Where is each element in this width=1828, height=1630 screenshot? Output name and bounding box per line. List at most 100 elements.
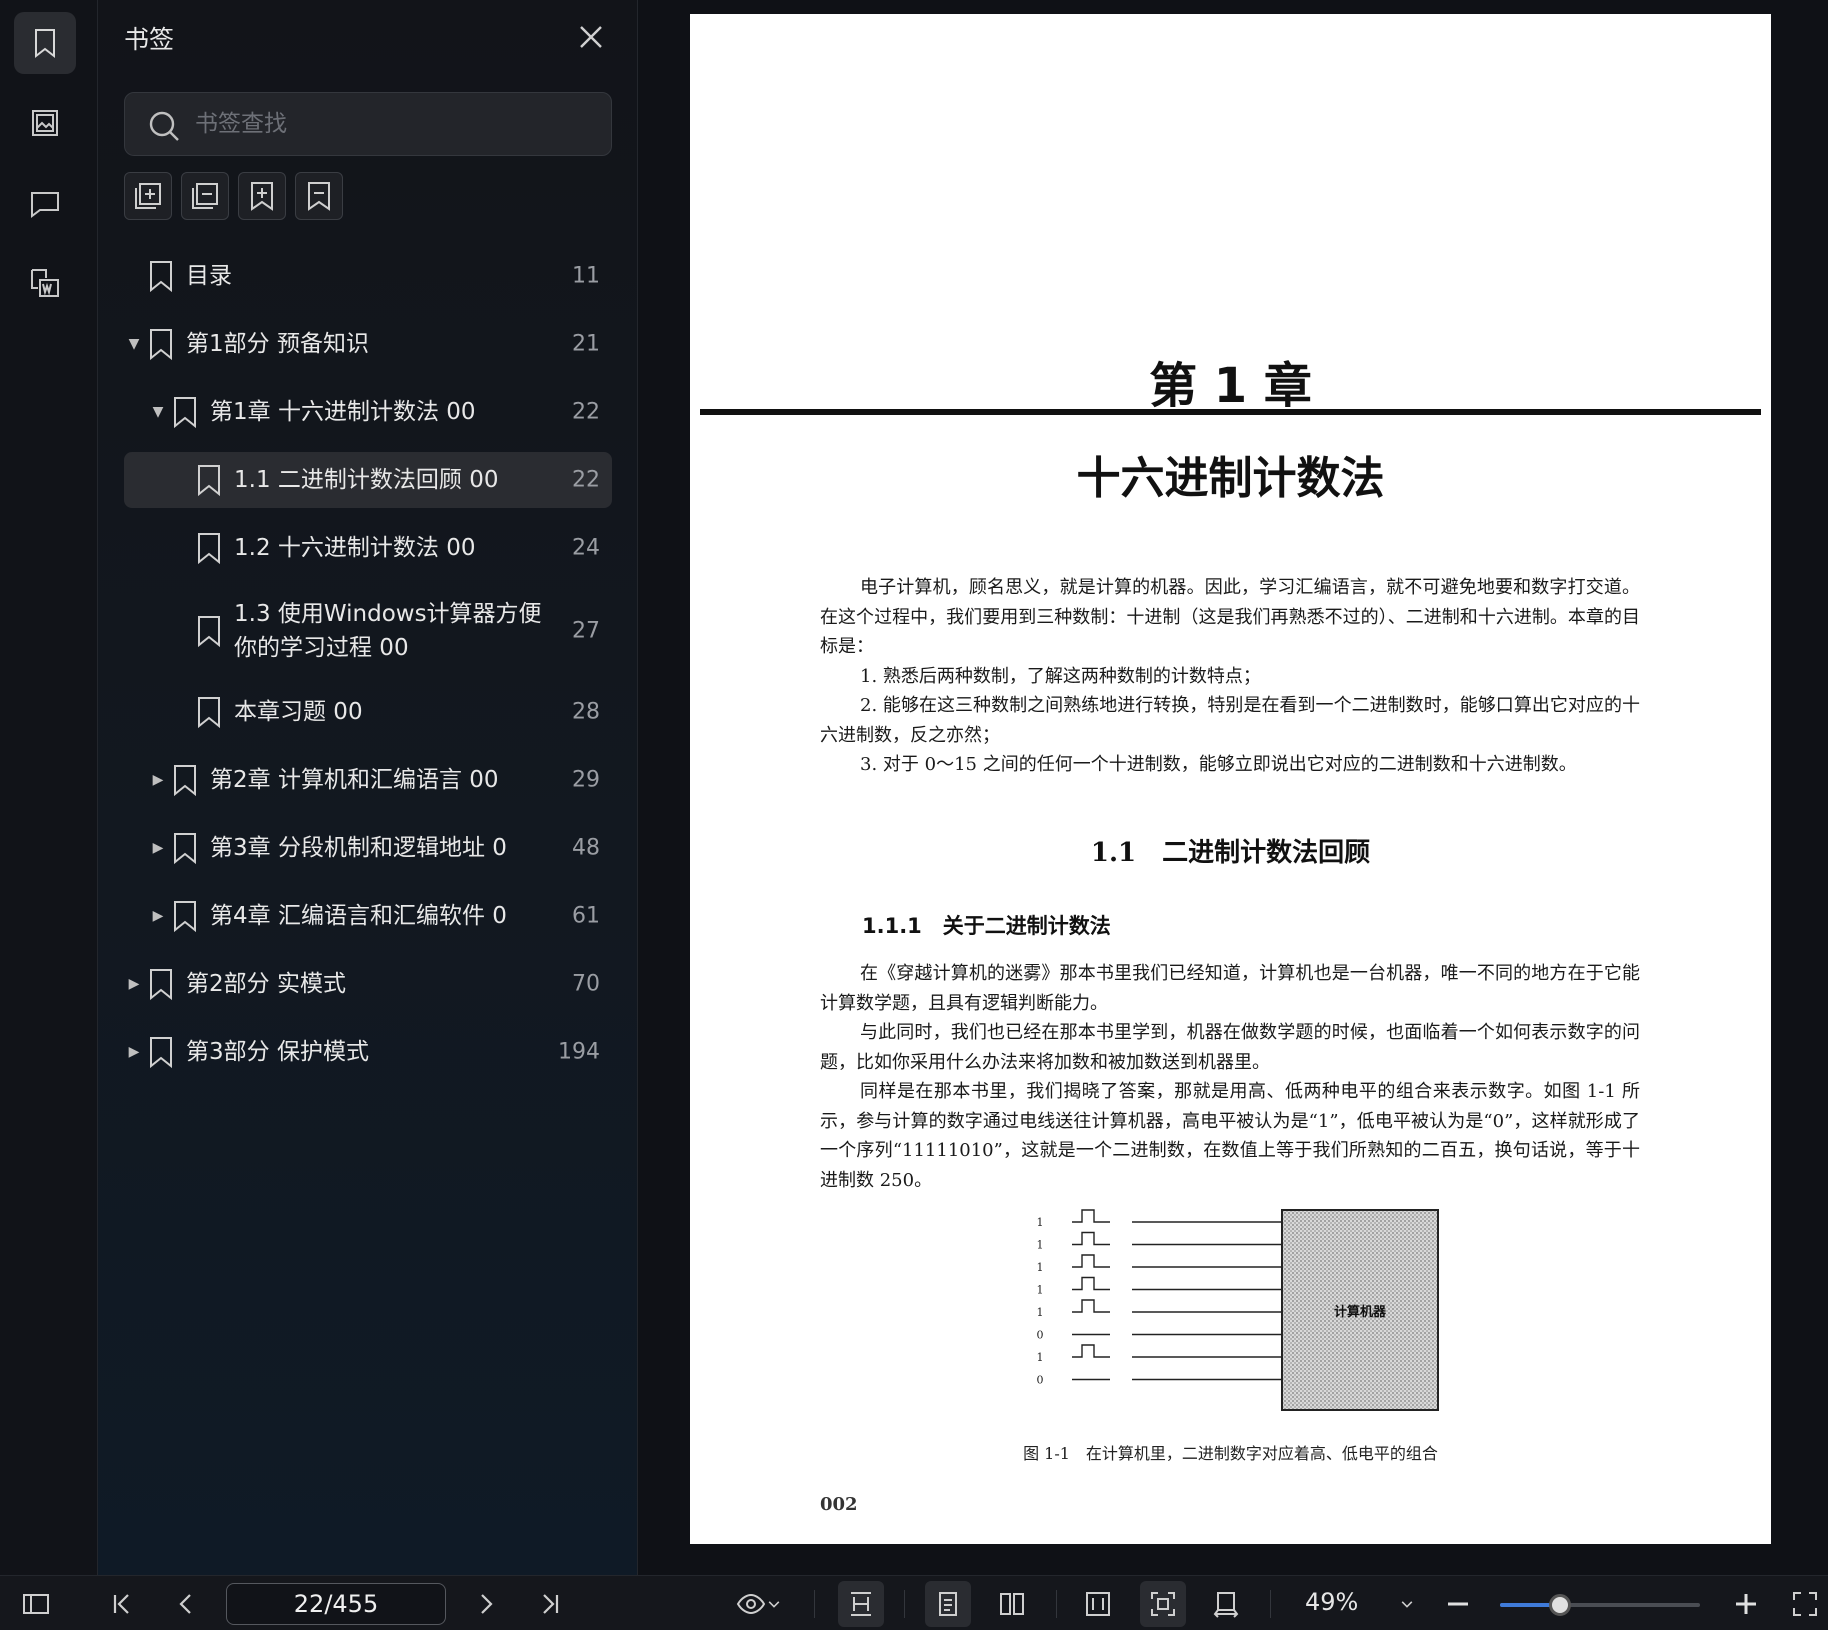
- intro-paragraph: 电子计算机，顾名思义，就是计算的机器。因此，学习汇编语言，就不可避免地要和数字打…: [820, 577, 1640, 657]
- zoom-slider[interactable]: [1500, 1594, 1700, 1616]
- document-viewport[interactable]: 第 1 章 十六进制计数法 电子计算机，顾名思义，就是计算的机器。因此，学习汇编…: [639, 0, 1828, 1575]
- sidebar-toggle-icon: [23, 1594, 49, 1614]
- bookmark-page-number: 21: [572, 331, 600, 357]
- bookmark-search-box[interactable]: [124, 92, 612, 156]
- toolbar-separator: [904, 1590, 905, 1618]
- zoom-slider-thumb[interactable]: [1549, 1594, 1571, 1616]
- collapse-arrow-icon[interactable]: ▶: [150, 908, 166, 924]
- eye-icon: [736, 1593, 766, 1615]
- collapse-arrow-icon[interactable]: ▶: [126, 976, 142, 992]
- body-paragraph: 在《穿越计算机的迷雾》那本书里我们已经知道，计算机也是一台机器，唯一不同的地方在…: [820, 963, 1640, 1014]
- fit-width-icon: [851, 1592, 871, 1616]
- bookmark-label: 第1部分 预备知识: [186, 331, 369, 357]
- single-page-icon: [939, 1592, 957, 1616]
- bookmark-search-input[interactable]: [195, 93, 595, 155]
- bookmark-item[interactable]: ▶ 第2章 计算机和汇编语言 00 29: [124, 752, 612, 808]
- toggle-sidebar-button[interactable]: [18, 1586, 54, 1622]
- printed-page-number: 002: [820, 1494, 858, 1515]
- bookmark-item[interactable]: 本章习题 00 28: [124, 684, 612, 740]
- bookmark-icon: [198, 465, 220, 497]
- collapse-arrow-icon[interactable]: ▶: [150, 772, 166, 788]
- bookmark-icon: [174, 397, 196, 429]
- collapse-arrow-icon[interactable]: ▶: [150, 840, 166, 856]
- fit-page-button[interactable]: [1078, 1586, 1118, 1622]
- zoom-out-button[interactable]: [1440, 1586, 1476, 1622]
- bookmark-label: 第2章 计算机和汇编语言 00: [210, 767, 499, 793]
- zoom-dropdown-button[interactable]: [1392, 1586, 1422, 1622]
- bookmark-item[interactable]: ▶ 第4章 汇编语言和汇编软件 0 61: [124, 888, 612, 944]
- bookmark-icon: [174, 833, 196, 865]
- page-number-input[interactable]: 22/455: [226, 1583, 446, 1625]
- fit-page-icon: [1086, 1592, 1110, 1616]
- subsection-heading: 1.1.1 关于二进制计数法: [862, 914, 1111, 938]
- bookmark-page-number: 22: [572, 467, 600, 493]
- previous-page-button[interactable]: [168, 1586, 204, 1622]
- zoom-in-button[interactable]: [1728, 1586, 1764, 1622]
- bookmark-item[interactable]: ▼ 第1章 十六进制计数法 00 22: [124, 384, 612, 440]
- remove-bookmark-button[interactable]: [295, 172, 343, 220]
- bookmark-page-number: 61: [572, 903, 600, 929]
- fit-width-button[interactable]: [838, 1581, 884, 1627]
- first-page-button[interactable]: [104, 1586, 140, 1622]
- intro-paragraph: 1. 熟悉后两种数制，了解这两种数制的计数特点；: [860, 665, 1261, 687]
- next-page-button[interactable]: [468, 1586, 504, 1622]
- bookmark-label: 本章习题 00: [234, 699, 363, 725]
- bookmark-label: 1.1 二进制计数法回顾 00: [234, 467, 499, 493]
- signal-waveform: [1072, 1276, 1110, 1291]
- collapse-all-icon: [192, 183, 218, 209]
- convert-word-button[interactable]: [14, 252, 76, 314]
- bit-label: 1: [1037, 1239, 1044, 1252]
- bookmark-panel-button[interactable]: [14, 12, 76, 74]
- chapter-rule: [700, 409, 1761, 415]
- chapter-number: 第 1 章: [1149, 358, 1312, 414]
- bookmark-icon: [198, 616, 220, 648]
- bookmark-label: 第3部分 保护模式: [186, 1039, 369, 1065]
- zoom-level[interactable]: 49%: [1305, 1588, 1358, 1616]
- rotate-button[interactable]: [1206, 1586, 1246, 1622]
- signal-waveform: [1072, 1254, 1110, 1268]
- close-panel-button[interactable]: [574, 20, 608, 54]
- bookmark-page-number: 24: [572, 535, 600, 561]
- chevron-down-icon: [768, 1601, 780, 1608]
- chevron-left-icon: [179, 1594, 191, 1614]
- signal-waveform: [1072, 1344, 1110, 1358]
- bookmark-item[interactable]: ▶ 第3章 分段机制和逻辑地址 0 48: [124, 820, 612, 876]
- bookmark-item[interactable]: 目录 11: [124, 248, 612, 304]
- bookmark-item[interactable]: ▼ 第1部分 预备知识 21: [124, 316, 612, 372]
- figure-1-1: 计算机器 1 1 1 1 1 0 1 0: [1037, 1209, 1439, 1411]
- fullscreen-fit-icon: [1151, 1592, 1175, 1616]
- bookmark-item[interactable]: ▶ 第3部分 保护模式 194: [124, 1024, 612, 1080]
- collapse-all-button[interactable]: [181, 172, 229, 220]
- actual-size-button[interactable]: [1140, 1581, 1186, 1627]
- single-page-button[interactable]: [925, 1581, 971, 1627]
- signal-waveform: [1072, 1209, 1110, 1223]
- expand-arrow-icon[interactable]: ▼: [126, 336, 142, 352]
- fullscreen-button[interactable]: [1788, 1586, 1822, 1622]
- add-bookmark-button[interactable]: [238, 172, 286, 220]
- toolbar-separator: [1056, 1590, 1057, 1618]
- bookmark-label: 第4章 汇编语言和汇编软件 0: [210, 903, 507, 929]
- bookmark-tools: [124, 172, 343, 220]
- thumbnail-panel-button[interactable]: [14, 92, 76, 154]
- plus-icon: [1736, 1594, 1756, 1614]
- bookmark-label: 1.2 十六进制计数法 00: [234, 535, 476, 561]
- bookmark-panel: 书签 目录11▼第1部分 预备知识21▼第1章 十六进制计数法 00221.1 …: [98, 0, 638, 1575]
- minus-icon: [1448, 1602, 1468, 1606]
- collapse-arrow-icon[interactable]: ▶: [126, 1044, 142, 1060]
- chevron-right-icon: [481, 1594, 493, 1614]
- expand-arrow-icon[interactable]: ▼: [150, 404, 166, 420]
- last-page-button[interactable]: [532, 1586, 568, 1622]
- bookmark-item[interactable]: ▶ 第2部分 实模式 70: [124, 956, 612, 1012]
- comment-panel-button[interactable]: [14, 172, 76, 234]
- bookmark-item[interactable]: 1.3 使用Windows计算器方便 你的学习过程 00 27: [124, 588, 612, 674]
- view-mode-dropdown[interactable]: [728, 1586, 790, 1622]
- first-page-icon: [113, 1594, 129, 1614]
- intro-paragraph: 3. 对于 0～15 之间的任何一个十进制数，能够立即说出它对应的二进制数和十六…: [860, 754, 1577, 775]
- bookmark-item[interactable]: 1.2 十六进制计数法 00 24: [124, 520, 612, 576]
- expand-all-button[interactable]: [124, 172, 172, 220]
- two-page-button[interactable]: [992, 1586, 1032, 1622]
- bit-label: 1: [1037, 1306, 1044, 1319]
- remove-bookmark-icon: [308, 182, 330, 211]
- bookmark-item[interactable]: 1.1 二进制计数法回顾 00 22: [124, 452, 612, 508]
- bit-label: 0: [1037, 1374, 1044, 1387]
